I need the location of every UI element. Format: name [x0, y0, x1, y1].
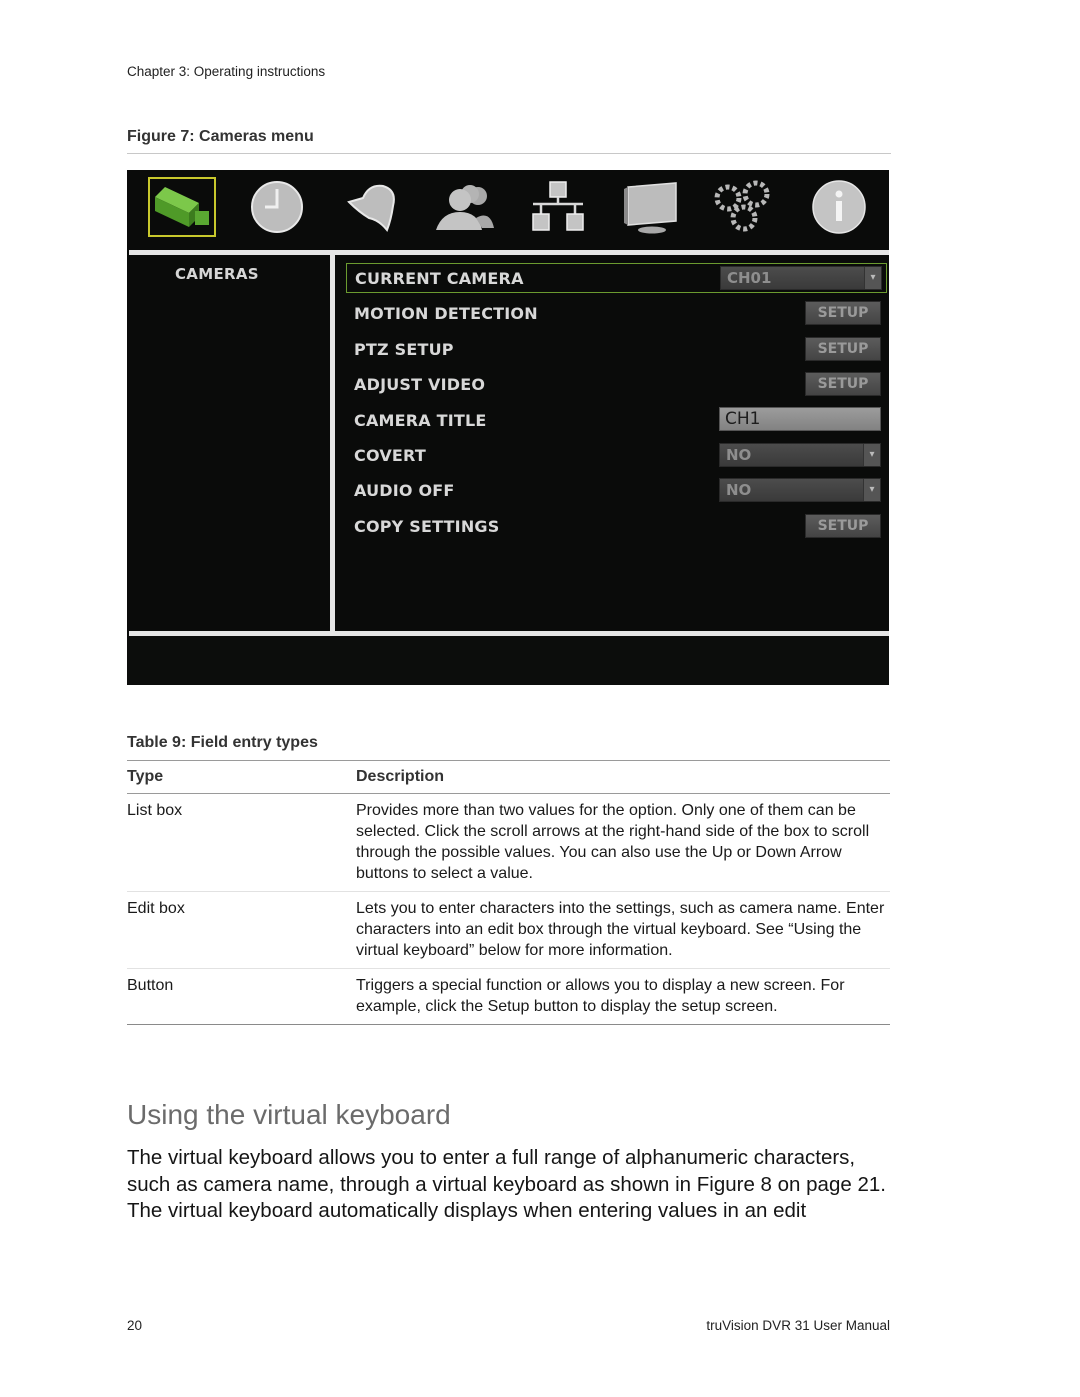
table-row: Edit box Lets you to enter characters in… [127, 892, 890, 969]
header-description: Description [356, 768, 445, 785]
section-heading: Using the virtual keyboard [127, 1099, 451, 1130]
row-motion-detection: MOTION DETECTION SETUP [346, 299, 887, 329]
manual-title: truVision DVR 31 User Manual [706, 1318, 890, 1333]
select-value: CH01 [727, 269, 772, 287]
cell-type: Button [127, 977, 174, 994]
copy-settings-setup-button[interactable]: SETUP [805, 514, 881, 538]
cell-description: Provides more than two values for the op… [356, 802, 870, 882]
table-row: List box Provides more than two values f… [127, 794, 890, 892]
adjust-video-setup-button[interactable]: SETUP [805, 372, 881, 396]
header-type: Type [127, 768, 164, 785]
row-copy-settings: COPY SETTINGS SETUP [346, 512, 887, 542]
caption-divider [127, 153, 891, 154]
menu-icon-bar [127, 170, 889, 248]
audio-off-select[interactable]: NO ▾ [719, 478, 881, 502]
row-ptz-setup: PTZ SETUP SETUP [346, 335, 887, 365]
table-row: Button Triggers a special function or al… [127, 969, 890, 1025]
row-current-camera[interactable]: CURRENT CAMERA CH01 ▾ [346, 263, 887, 293]
chevron-down-icon[interactable]: ▾ [864, 267, 881, 289]
motion-detection-setup-button[interactable]: SETUP [805, 301, 881, 325]
cell-description: Triggers a special function or allows yo… [356, 977, 845, 1015]
divider-vertical [330, 255, 335, 632]
row-label: PTZ SETUP [354, 340, 454, 359]
clock-icon[interactable] [243, 177, 311, 237]
cell-type: List box [127, 802, 183, 819]
chevron-down-icon[interactable]: ▾ [863, 479, 880, 501]
running-head: Chapter 3: Operating instructions [127, 64, 326, 79]
row-camera-title: CAMERA TITLE CH1 [346, 406, 887, 436]
table-caption: Table 9: Field entry types [127, 734, 318, 751]
status-bar [127, 636, 889, 685]
users-icon[interactable] [430, 177, 498, 237]
camera-icon[interactable] [148, 177, 216, 237]
monitor-icon[interactable] [617, 177, 685, 237]
row-label: CURRENT CAMERA [355, 269, 524, 288]
row-label: ADJUST VIDEO [354, 375, 486, 394]
divider-top [129, 250, 889, 255]
row-covert: COVERT NO ▾ [346, 441, 887, 471]
row-audio-off: AUDIO OFF NO ▾ [346, 476, 887, 506]
cell-type: Edit box [127, 900, 185, 917]
row-label: CAMERA TITLE [354, 411, 487, 430]
table-header: Type Description [127, 761, 890, 794]
alarm-bell-icon[interactable] [338, 177, 406, 237]
select-value: NO [726, 481, 752, 499]
ptz-setup-button[interactable]: SETUP [805, 337, 881, 361]
row-label: COVERT [354, 446, 426, 465]
figure-caption: Figure 7: Cameras menu [127, 128, 314, 145]
covert-select[interactable]: NO ▾ [719, 443, 881, 467]
network-icon[interactable] [524, 177, 592, 237]
camera-title-input[interactable]: CH1 [719, 407, 881, 431]
body-paragraph: The virtual keyboard allows you to enter… [127, 1146, 886, 1222]
field-entry-types-table: Type Description List box Provides more … [127, 760, 890, 1025]
page-number: 20 [127, 1318, 143, 1333]
row-adjust-video: ADJUST VIDEO SETUP [346, 370, 887, 400]
gears-icon[interactable] [709, 177, 777, 237]
chevron-down-icon[interactable]: ▾ [863, 444, 880, 466]
select-value: NO [726, 446, 752, 464]
info-icon[interactable] [805, 177, 873, 237]
row-label: COPY SETTINGS [354, 517, 500, 536]
cell-description: Lets you to enter characters into the se… [356, 900, 885, 959]
current-camera-select[interactable]: CH01 ▾ [720, 266, 882, 290]
row-label: MOTION DETECTION [354, 304, 538, 323]
sidebar-item-cameras[interactable]: CAMERAS [175, 265, 259, 283]
row-label: AUDIO OFF [354, 481, 455, 500]
dvr-cameras-menu-screenshot: CAMERAS CURRENT CAMERA CH01 ▾ MOTION DET… [127, 170, 889, 685]
